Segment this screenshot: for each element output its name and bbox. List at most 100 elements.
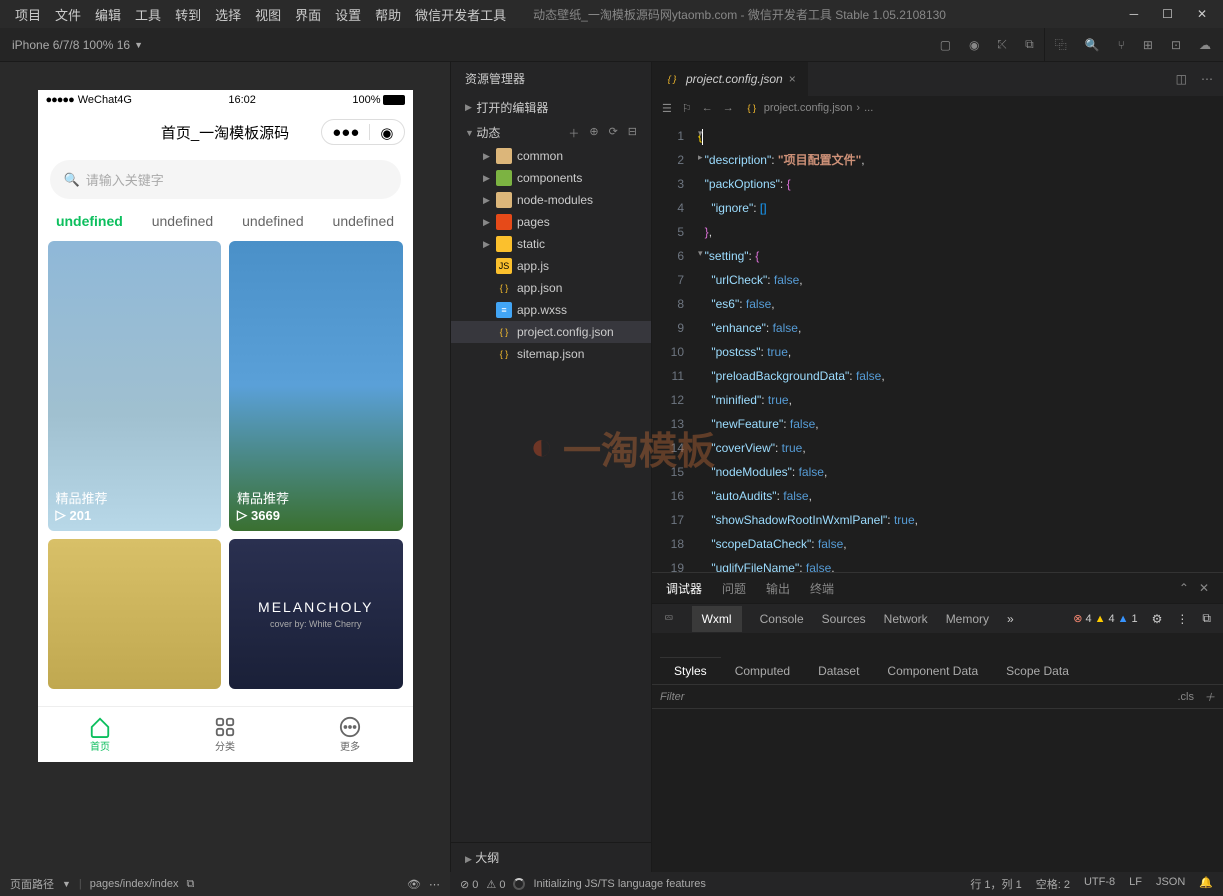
chevron-down-icon[interactable]: ▼ [62, 879, 71, 889]
menu-goto[interactable]: 转到 [168, 5, 208, 24]
project-root[interactable]: ▼ 动态 ＋ ⊕ ⟳ ⊟ [451, 120, 651, 145]
new-folder-icon[interactable]: ⊕ [589, 125, 598, 141]
dbg-tab-terminal[interactable]: 终端 [810, 580, 834, 597]
device-icon[interactable]: ▢ [940, 38, 951, 52]
encoding[interactable]: UTF-8 [1084, 876, 1115, 892]
cls-toggle[interactable]: .cls [1178, 691, 1195, 703]
menu-file[interactable]: 文件 [48, 5, 88, 24]
wallpaper-card[interactable] [48, 539, 222, 689]
tab-2[interactable]: undefined [242, 213, 304, 229]
code-editor[interactable]: 1234567891011121314151617181920 { "descr… [652, 120, 1223, 572]
boxes-icon[interactable]: ⊞ [1143, 38, 1153, 52]
dt-tab-memory[interactable]: Memory [946, 612, 989, 626]
file-item-project.config.json[interactable]: { }project.config.json [451, 321, 651, 343]
component-data-tab[interactable]: Component Data [873, 658, 992, 684]
refresh-icon[interactable]: ⟳ [609, 125, 618, 141]
forward-icon[interactable]: → [723, 102, 734, 114]
file-item-components[interactable]: ▶components [451, 167, 651, 189]
collapse-icon[interactable]: ⊟ [628, 125, 637, 141]
info-icon[interactable]: ▲ [1118, 613, 1129, 625]
dt-tab-sources[interactable]: Sources [822, 612, 866, 626]
file-item-sitemap.json[interactable]: { }sitemap.json [451, 343, 651, 365]
tabbar-more[interactable]: 更多 [339, 716, 361, 753]
search-input[interactable]: 🔍 请输入关键字 [50, 160, 401, 199]
record-icon[interactable]: ◉ [969, 38, 979, 52]
wallpaper-card[interactable]: MELANCHOLY cover by: White Cherry [229, 539, 403, 689]
dt-tab-wxml[interactable]: Wxml [692, 606, 742, 632]
indent-info[interactable]: 空格: 2 [1036, 876, 1070, 892]
menu-edit[interactable]: 编辑 [88, 5, 128, 24]
file-item-app.wxss[interactable]: ≡app.wxss [451, 299, 651, 321]
file-item-common[interactable]: ▶common [451, 145, 651, 167]
wallpaper-card[interactable]: 精品推荐 ▷ 201 [48, 241, 222, 531]
file-item-pages[interactable]: ▶pages [451, 211, 651, 233]
editor-tab[interactable]: { } project.config.json × [652, 62, 808, 96]
tab-3[interactable]: undefined [333, 213, 395, 229]
file-item-node-modules[interactable]: ▶node-modules [451, 189, 651, 211]
files-icon[interactable]: ⿻ [1055, 36, 1067, 53]
menu-tools[interactable]: 工具 [128, 5, 168, 24]
cursor-position[interactable]: 行 1，列 1 [970, 876, 1021, 892]
minimize-icon[interactable]: ─ [1130, 7, 1139, 21]
copy-path-icon[interactable]: ⧉ [186, 878, 194, 891]
capsule[interactable]: ●●● ◉ [321, 119, 404, 145]
list-icon[interactable]: ☰ [662, 102, 672, 115]
close-panel-icon[interactable]: ✕ [1199, 581, 1209, 595]
dt-tab-console[interactable]: Console [760, 612, 804, 626]
dbg-tab-problems[interactable]: 问题 [722, 580, 746, 597]
branch-icon[interactable]: ⑂ [1118, 38, 1125, 52]
bookmark-icon[interactable]: ⚐ [682, 102, 692, 115]
file-item-static[interactable]: ▶static [451, 233, 651, 255]
menu-view[interactable]: 视图 [248, 5, 288, 24]
menu-settings[interactable]: 设置 [328, 5, 368, 24]
bell-icon[interactable]: 🔔 [1199, 876, 1213, 892]
computed-tab[interactable]: Computed [721, 658, 804, 684]
gear-icon[interactable]: ⚙ [1152, 612, 1163, 626]
more-tabs-icon[interactable]: » [1007, 612, 1014, 626]
menu-select[interactable]: 选择 [208, 5, 248, 24]
warning-icon[interactable]: ▲ [1095, 613, 1106, 625]
dataset-tab[interactable]: Dataset [804, 658, 873, 684]
extension-icon[interactable]: ⊡ [1171, 38, 1181, 52]
outline-section[interactable]: ▶ 大纲 [451, 842, 651, 872]
styles-tab[interactable]: Styles [660, 657, 721, 684]
eol[interactable]: LF [1129, 876, 1142, 892]
menu-wechat[interactable]: 微信开发者工具 [408, 5, 513, 24]
dbg-tab-output[interactable]: 输出 [766, 580, 790, 597]
close-icon[interactable]: ✕ [1197, 7, 1207, 21]
new-file-icon[interactable]: ＋ [568, 125, 579, 141]
more-icon[interactable]: ⋯ [1201, 72, 1213, 86]
scope-data-tab[interactable]: Scope Data [992, 658, 1083, 684]
page-path[interactable]: pages/index/index [90, 878, 179, 890]
tabbar-category[interactable]: 分类 [214, 716, 236, 753]
filter-input[interactable]: Filter [660, 691, 684, 703]
eye-icon[interactable]: 👁 [407, 878, 421, 891]
copy-icon[interactable]: ⧉ [1025, 37, 1034, 52]
add-rule-icon[interactable]: ＋ [1204, 689, 1215, 705]
menu-project[interactable]: 项目 [8, 5, 48, 24]
close-tab-icon[interactable]: × [789, 72, 796, 86]
inspect-icon[interactable]: ⮹ [664, 611, 674, 626]
device-selector[interactable]: iPhone 6/7/8 100% 16 ▼ [12, 38, 143, 52]
share-icon[interactable]: ⤪ [998, 37, 1008, 52]
language-mode[interactable]: JSON [1156, 876, 1185, 892]
file-item-app.js[interactable]: JSapp.js [451, 255, 651, 277]
menu-interface[interactable]: 界面 [288, 5, 328, 24]
error-icon[interactable]: ⊗ [1073, 612, 1082, 625]
error-count-icon[interactable]: ⊘ 0 [460, 878, 478, 891]
tab-0[interactable]: undefined [56, 213, 123, 229]
maximize-icon[interactable]: ☐ [1162, 7, 1173, 21]
cloud-icon[interactable]: ☁ [1199, 38, 1211, 52]
split-icon[interactable]: ◫ [1176, 72, 1187, 86]
file-item-app.json[interactable]: { }app.json [451, 277, 651, 299]
more-icon[interactable]: ⋯ [429, 878, 440, 891]
search-icon[interactable]: 🔍 [1085, 38, 1100, 52]
chevron-up-icon[interactable]: ⌃ [1179, 581, 1189, 595]
tabbar-home[interactable]: 首页 [89, 716, 111, 753]
warning-count-icon[interactable]: ⚠ 0 [486, 878, 505, 891]
kebab-icon[interactable]: ⋮ [1176, 612, 1188, 626]
dt-tab-network[interactable]: Network [884, 612, 928, 626]
menu-help[interactable]: 帮助 [368, 5, 408, 24]
back-icon[interactable]: ← [702, 102, 713, 114]
tab-1[interactable]: undefined [152, 213, 214, 229]
